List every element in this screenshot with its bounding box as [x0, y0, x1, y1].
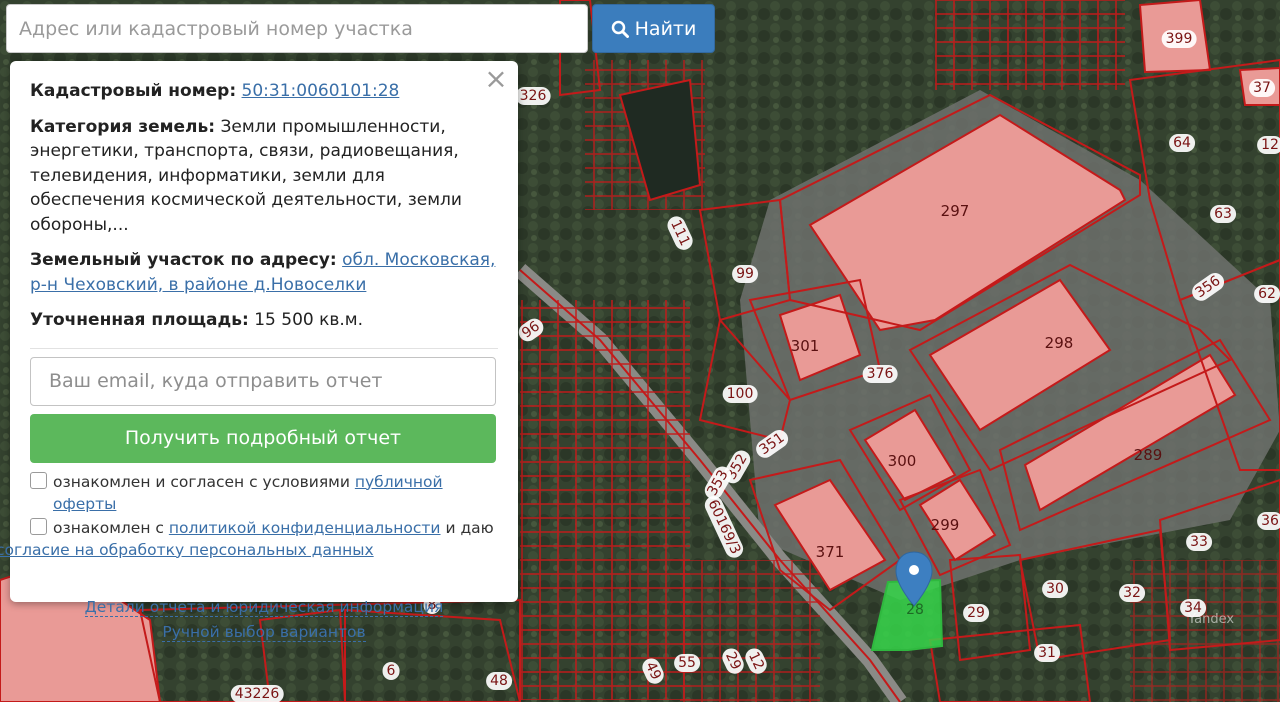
plot-label[interactable]: 48 [486, 672, 512, 690]
plot-label[interactable]: 43226 [230, 685, 284, 702]
offer-consent-row: ознакомлен и согласен с условиями публич… [30, 471, 498, 515]
category-row: Категория земель: Земли промышленности, … [30, 115, 498, 238]
privacy-consent-checkbox[interactable] [30, 517, 47, 535]
dacha-plots-north [935, 0, 1125, 90]
cadastral-row: Кадастровый номер: 50:31:0060101:28 [30, 79, 498, 104]
plot-label[interactable]: 36 [1257, 512, 1280, 530]
cadastral-label: Кадастровый номер: [30, 81, 237, 101]
close-icon[interactable]: × [484, 65, 508, 93]
plot-label[interactable]: 326 [515, 87, 551, 105]
email-field[interactable] [30, 356, 496, 406]
manual-selection-link[interactable]: Ручной выбор вариантов [162, 622, 366, 642]
plot-label[interactable]: 12 [1257, 136, 1280, 154]
report-details-link[interactable]: Детали отчета и юридическая информация [84, 597, 444, 617]
map-watermark: Yandex [1188, 612, 1235, 627]
plot-label[interactable]: 300 [884, 452, 921, 470]
plot-label[interactable]: 64 [1169, 134, 1195, 152]
plot-label[interactable]: 301 [787, 337, 824, 355]
plot-label[interactable]: 376 [862, 365, 898, 383]
offer-consent-text: ознакомлен и согласен с условиями [53, 472, 350, 491]
plot-label[interactable]: 29 [963, 604, 989, 622]
dacha-plots-left [520, 300, 690, 700]
parcel-info-card: × Кадастровый номер: 50:31:0060101:28 Ка… [0, 61, 518, 642]
privacy-consent-row: ознакомлен с политикой конфиденциальност… [0, 517, 498, 561]
plot-label[interactable]: 32 [1119, 584, 1145, 602]
area-row: Уточненная площадь: 15 500 кв.м. [30, 308, 498, 333]
plot-label[interactable]: 297 [937, 202, 974, 220]
area-value: 15 500 кв.м. [254, 310, 364, 330]
plot-label[interactable]: 63 [1210, 205, 1236, 223]
privacy-policy-link[interactable]: политикой конфиденциальности [169, 519, 441, 537]
search-button[interactable]: Найти [592, 4, 715, 53]
dacha-plots-south [680, 560, 820, 702]
plot-label[interactable]: 37 [1249, 79, 1275, 97]
plot-label[interactable]: 30 [1042, 580, 1068, 598]
search-icon [611, 20, 629, 38]
privacy-consent-mid-text: и даю [445, 518, 494, 537]
plot-label[interactable]: 55 [674, 654, 700, 672]
selected-plot-label[interactable]: 28 [902, 601, 928, 619]
area-label: Уточненная площадь: [30, 310, 249, 330]
plot-label[interactable]: 99 [732, 265, 758, 283]
plot-label[interactable]: 371 [812, 543, 849, 561]
plot-label[interactable]: 31 [1034, 644, 1060, 662]
plot-label[interactable]: 33 [1186, 533, 1212, 551]
plot-label[interactable]: 289 [1130, 446, 1167, 464]
category-label: Категория земель: [30, 116, 216, 137]
plot-label[interactable]: 298 [1041, 334, 1078, 352]
personal-data-consent-link[interactable]: согласие на обработку персональных данны… [0, 539, 374, 561]
plot-label[interactable]: 100 [722, 385, 758, 403]
offer-consent-checkbox[interactable] [30, 471, 47, 489]
search-input[interactable] [6, 4, 588, 53]
plot-label[interactable]: 62 [1254, 285, 1280, 303]
plot-label[interactable]: 399 [1161, 30, 1197, 48]
privacy-consent-text: ознакомлен с [53, 518, 164, 537]
search-button-label: Найти [634, 17, 697, 40]
cadastral-number-link[interactable]: 50:31:0060101:28 [242, 81, 400, 101]
bottom-links: Детали отчета и юридическая информация Р… [30, 595, 498, 645]
plot-label[interactable]: 6 [382, 662, 400, 680]
address-row: Земельный участок по адресу: обл. Москов… [30, 248, 498, 297]
get-report-button[interactable]: Получить подробный отчет [30, 413, 496, 463]
divider [30, 347, 498, 349]
plot-label[interactable]: 299 [927, 516, 964, 534]
address-label: Земельный участок по адресу: [30, 250, 337, 270]
